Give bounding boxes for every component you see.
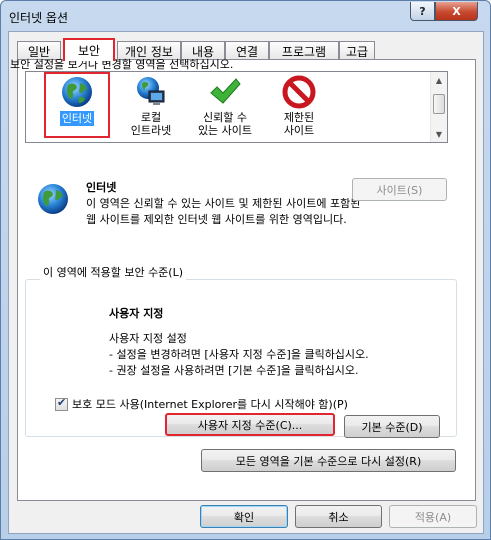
zone-local-intranet[interactable]: 로컬 인트라넷 [118, 74, 184, 140]
custom-line: 사용자 지정 설정 [109, 332, 187, 345]
ok-button[interactable]: 확인 [200, 505, 288, 528]
window-title: 인터넷 옵션 [9, 11, 69, 25]
help-button[interactable]: ? [410, 2, 435, 21]
protected-mode-label: 보호 모드 사용(Internet Explorer를 다시 시작해야 함)(P… [72, 398, 348, 411]
selected-zone-globe-icon [38, 184, 68, 214]
apply-button[interactable]: 적용(A) [389, 505, 477, 528]
protected-mode-checkbox[interactable] [55, 396, 68, 411]
reset-all-zones-button[interactable]: 모든 영역을 기본 수준으로 다시 설정(R) [201, 449, 456, 472]
close-button[interactable]: X [435, 2, 478, 21]
custom-line: - 권장 설정을 사용하려면 [기본 수준]을 클릭하십시오. [109, 364, 359, 377]
zone-internet[interactable]: 인터넷 [44, 72, 110, 138]
custom-level-title: 사용자 지정 [109, 307, 164, 320]
scroll-thumb[interactable] [433, 94, 445, 114]
local-intranet-icon [137, 77, 165, 105]
scroll-up-icon[interactable]: ▲ [431, 72, 447, 88]
tab-security[interactable]: 보안 [63, 38, 115, 61]
title-bar[interactable]: 인터넷 옵션 ? X [1, 1, 490, 31]
zone-instruction: 보안 설정을 보거나 변경할 영역을 선택하십시오. [10, 58, 234, 71]
sites-button[interactable]: 사이트(S) [352, 178, 447, 201]
custom-line: - 설정을 변경하려면 [사용자 지정 수준]을 클릭하십시오. [109, 348, 369, 361]
selected-zone-description: 이 영역은 신뢰할 수 있는 사이트 및 제한된 사이트에 포함된 웹 사이트를… [86, 197, 361, 226]
protected-mode-row[interactable]: 보호 모드 사용(Internet Explorer를 다시 시작해야 함)(P… [55, 396, 348, 412]
trusted-checkmark-icon [210, 78, 241, 104]
zone-list-scrollbar[interactable]: ▲ ▼ [430, 72, 447, 142]
zone-local-intranet-label: 로컬 인트라넷 [130, 111, 172, 137]
zone-restricted-sites-label: 제한된 사이트 [283, 111, 315, 137]
tab-programs[interactable]: 프로그램 [269, 41, 339, 60]
selected-zone-name: 인터넷 [86, 181, 117, 194]
zone-restricted-sites[interactable]: 제한된 사이트 [266, 74, 332, 140]
zone-list: 인터넷 로컬 인트라넷 신뢰할 수 있는 사이트 제한된 사이트 ▲ ▼ [25, 71, 448, 143]
custom-level-button[interactable]: 사용자 지정 수준(C)... [165, 413, 335, 436]
tab-advanced[interactable]: 고급 [339, 41, 375, 60]
default-level-button[interactable]: 기본 수준(D) [344, 415, 440, 438]
custom-level-description: 사용자 지정 설정 - 설정을 변경하려면 [사용자 지정 수준]을 클릭하십시… [109, 331, 369, 379]
zone-trusted-sites-label: 신뢰할 수 있는 사이트 [197, 111, 253, 137]
scroll-down-icon[interactable]: ▼ [431, 126, 447, 142]
globe-icon [62, 77, 92, 107]
security-level-group-title: 이 영역에 적용할 보안 수준(L) [40, 264, 187, 280]
restricted-sign-icon [282, 75, 316, 109]
cancel-button[interactable]: 취소 [295, 505, 382, 528]
zone-internet-label: 인터넷 [59, 111, 95, 126]
zone-trusted-sites[interactable]: 신뢰할 수 있는 사이트 [192, 74, 258, 140]
